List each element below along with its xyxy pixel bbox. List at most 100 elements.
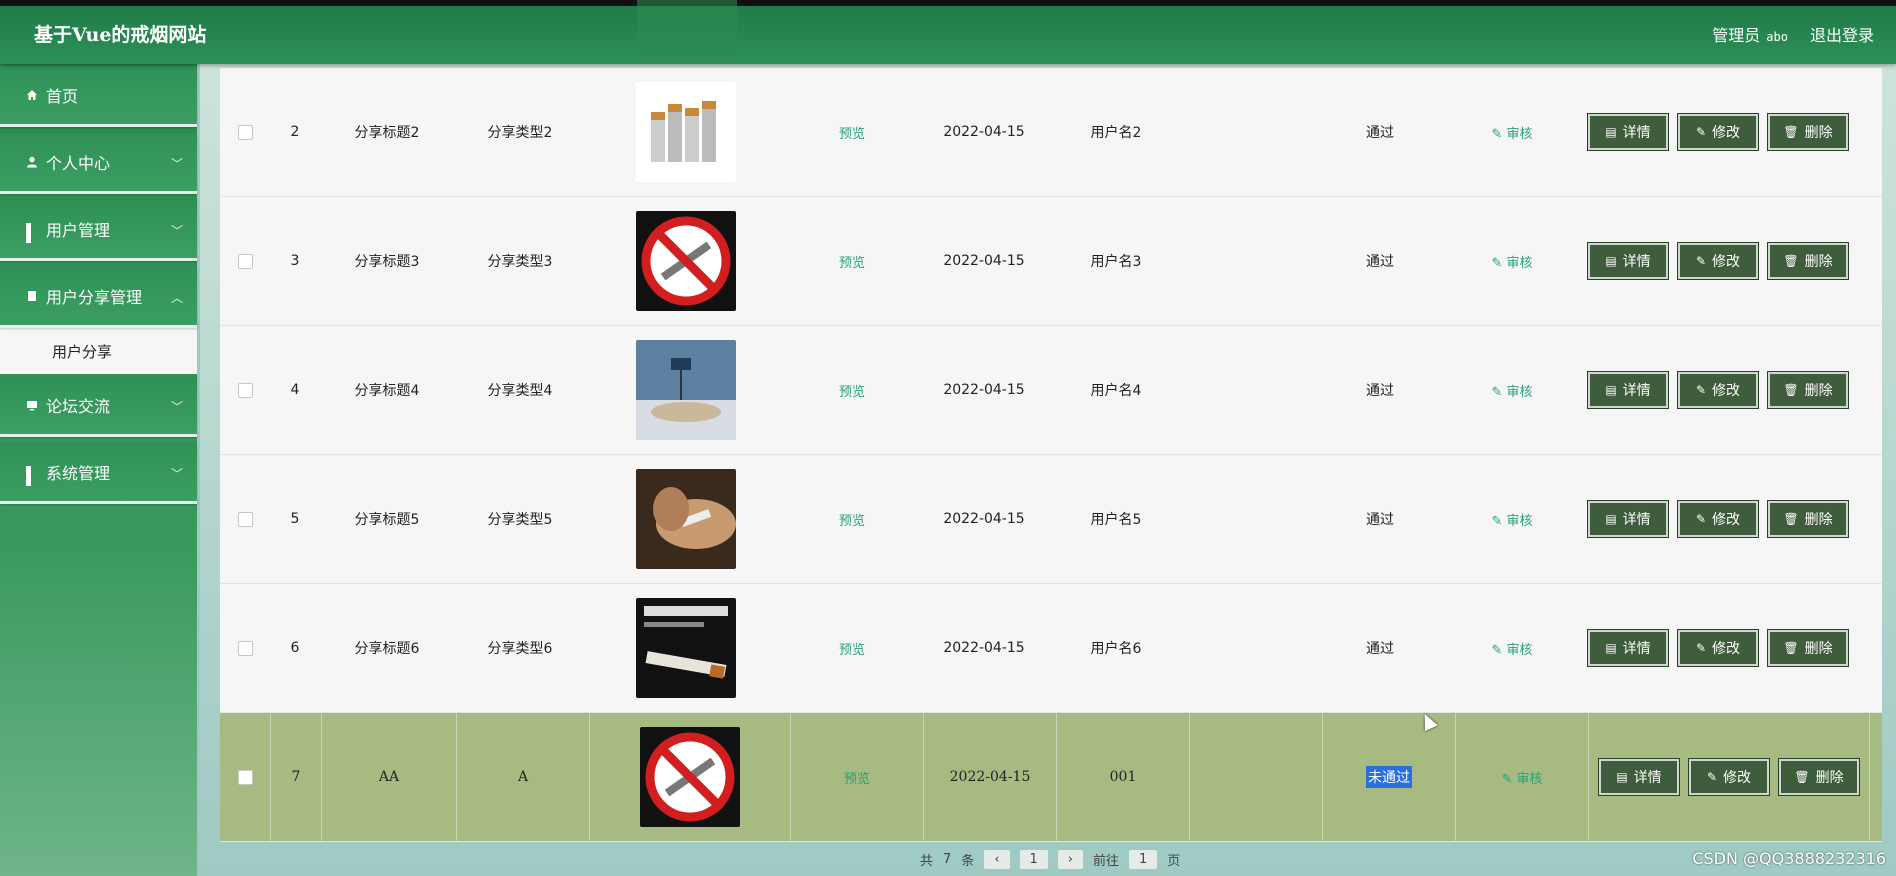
- preview-link[interactable]: 预览: [839, 123, 865, 142]
- audit-link[interactable]: ✎ 审核: [1491, 381, 1532, 400]
- monitor-icon: [27, 401, 37, 411]
- audit-link[interactable]: ✎ 审核: [1491, 510, 1532, 529]
- preview-link[interactable]: 预览: [839, 510, 865, 529]
- row-checkbox[interactable]: [237, 253, 253, 269]
- share-user: 用户名6: [1090, 641, 1142, 657]
- document-icon: ▤: [1605, 512, 1617, 526]
- audit-link[interactable]: ✎ 审核: [1491, 123, 1532, 142]
- edit-button[interactable]: ✎ 修改: [1678, 114, 1758, 150]
- goto-page-input[interactable]: 1: [1129, 850, 1158, 869]
- sidebar: 首页 个人中心 ﹀ 用户管理 ﹀ 用户分享管理 ︿ 用户分享 论坛交流 ﹀ 系统…: [0, 64, 197, 876]
- share-image[interactable]: [636, 211, 736, 311]
- delete-button[interactable]: 🗑 删除: [1779, 759, 1859, 795]
- sidebar-subitem-user-share[interactable]: 用户分享: [0, 328, 197, 374]
- edit-button[interactable]: ✎ 修改: [1678, 630, 1758, 666]
- detail-button[interactable]: ▤ 详情: [1588, 114, 1668, 150]
- table-row[interactable]: 5 分享标题5 分享类型5 预览 2022-04-15 用户名5 通过 ✎ 审核 ▤ 详情 ✎ 修改 🗑…: [220, 455, 1882, 584]
- operations-cell: ▤ 详情 ✎ 修改 🗑 删除: [1578, 68, 1858, 196]
- detail-label: 详情: [1622, 641, 1651, 657]
- share-image[interactable]: [636, 82, 736, 182]
- share-date: 2022-04-15: [943, 382, 1025, 398]
- edit-icon: ✎: [1491, 384, 1503, 400]
- delete-button[interactable]: 🗑 删除: [1768, 243, 1848, 279]
- delete-label: 删除: [1804, 125, 1833, 141]
- sidebar-item-forum[interactable]: 论坛交流 ﹀: [0, 376, 197, 437]
- row-checkbox[interactable]: [237, 769, 253, 785]
- row-checkbox[interactable]: [237, 640, 253, 656]
- detail-button[interactable]: ▤ 详情: [1599, 759, 1679, 795]
- preview-link[interactable]: 预览: [839, 381, 865, 400]
- row-index: 7: [271, 713, 322, 841]
- sidebar-item-share-management[interactable]: 用户分享管理 ︿: [0, 267, 197, 328]
- audit-link[interactable]: ✎ 审核: [1491, 639, 1532, 658]
- delete-button[interactable]: 🗑 删除: [1768, 501, 1848, 537]
- logout-link[interactable]: 退出登录: [1810, 22, 1874, 46]
- share-image[interactable]: [636, 340, 736, 440]
- audit-cell: ✎ 审核: [1456, 713, 1589, 841]
- status-badge: 通过: [1366, 641, 1394, 657]
- row-checkbox[interactable]: [237, 124, 253, 140]
- audit-label: 审核: [1506, 384, 1533, 400]
- grid-icon: [26, 466, 38, 486]
- table-row[interactable]: 4 分享标题4 分享类型4 预览 2022-04-15 用户名4 通过 ✎ 审核 ▤ 详情 ✎ 修改 🗑…: [220, 326, 1882, 455]
- edit-label: 修改: [1712, 512, 1741, 528]
- delete-button[interactable]: 🗑 删除: [1768, 372, 1848, 408]
- current-page[interactable]: 1: [1019, 850, 1048, 869]
- audit-link[interactable]: ✎ 审核: [1491, 252, 1532, 271]
- preview-cell: 预览: [786, 326, 918, 454]
- detail-button[interactable]: ▤ 详情: [1588, 630, 1668, 666]
- table-row[interactable]: 2 分享标题2 分享类型2 预览 2022-04-15 用户名2 通过 ✎ 审核 ▤ 详情 ✎ 修改 🗑…: [220, 68, 1882, 197]
- audit-link[interactable]: ✎ 审核: [1501, 768, 1542, 787]
- audit-cell: ✎ 审核: [1446, 197, 1578, 325]
- edit-button[interactable]: ✎ 修改: [1678, 243, 1758, 279]
- preview-link[interactable]: 预览: [839, 639, 865, 658]
- edit-button[interactable]: ✎ 修改: [1678, 372, 1758, 408]
- table-row[interactable]: 6 分享标题6 分享类型6 预览 2022-04-15 用户名6 通过 ✎ 审核 ▤ 详情 ✎ 修改 🗑…: [220, 584, 1882, 713]
- trash-icon: 🗑: [1783, 125, 1799, 139]
- edit-icon: ✎: [1491, 255, 1503, 271]
- trash-icon: 🗑: [1783, 254, 1799, 268]
- table-row[interactable]: 7 AA A 预览 2022-04-15 001 未通过 ✎ 审核 ▤ 详情 ✎ 修改 🗑 删除: [220, 713, 1882, 842]
- detail-button[interactable]: ▤ 详情: [1588, 372, 1668, 408]
- share-table: 2 分享标题2 分享类型2 预览 2022-04-15 用户名2 通过 ✎ 审核 ▤ 详情 ✎ 修改 🗑…: [220, 68, 1882, 842]
- status-cell: 通过: [1314, 68, 1446, 196]
- delete-button[interactable]: 🗑 删除: [1768, 630, 1848, 666]
- operations-cell: ▤ 详情 ✎ 修改 🗑 删除: [1578, 326, 1858, 454]
- share-image[interactable]: [636, 469, 736, 569]
- total-suffix: 条: [961, 854, 975, 869]
- edit-label: 修改: [1712, 383, 1741, 399]
- audit-cell: ✎ 审核: [1446, 326, 1578, 454]
- document-icon: ▤: [1605, 254, 1617, 268]
- document-icon: ▤: [1605, 641, 1617, 655]
- preview-cell: 预览: [791, 713, 924, 841]
- share-title: 分享标题5: [354, 512, 420, 528]
- preview-link[interactable]: 预览: [839, 252, 865, 271]
- row-checkbox[interactable]: [237, 511, 253, 527]
- sidebar-item-profile[interactable]: 个人中心 ﹀: [0, 133, 197, 194]
- status-badge: 通过: [1366, 254, 1394, 270]
- share-image[interactable]: [636, 598, 736, 698]
- share-user: 用户名4: [1090, 383, 1142, 399]
- edit-icon: ✎: [1695, 125, 1707, 139]
- next-page-icon[interactable]: ›: [1057, 850, 1083, 869]
- audit-label: 审核: [1506, 255, 1533, 271]
- prev-page-icon[interactable]: ‹: [984, 850, 1010, 869]
- preview-cell: 预览: [786, 584, 918, 712]
- table-row[interactable]: 3 分享标题3 分享类型3 预览 2022-04-15 用户名3 通过 ✎ 审核 ▤ 详情 ✎ 修改 🗑…: [220, 197, 1882, 326]
- detail-label: 详情: [1622, 254, 1651, 270]
- edit-button[interactable]: ✎ 修改: [1689, 759, 1769, 795]
- delete-button[interactable]: 🗑 删除: [1768, 114, 1848, 150]
- detail-button[interactable]: ▤ 详情: [1588, 501, 1668, 537]
- edit-button[interactable]: ✎ 修改: [1678, 501, 1758, 537]
- preview-link[interactable]: 预览: [844, 768, 870, 787]
- share-image[interactable]: [640, 727, 740, 827]
- share-title: 分享标题3: [354, 254, 420, 270]
- sidebar-item-home[interactable]: 首页: [0, 66, 197, 127]
- preview-cell: 预览: [786, 455, 918, 583]
- edit-label: 修改: [1712, 641, 1741, 657]
- empty-cell: [1182, 326, 1314, 454]
- detail-button[interactable]: ▤ 详情: [1588, 243, 1668, 279]
- sidebar-item-user-management[interactable]: 用户管理 ﹀: [0, 200, 197, 261]
- row-checkbox[interactable]: [237, 382, 253, 398]
- sidebar-item-system[interactable]: 系统管理 ﹀: [0, 443, 197, 504]
